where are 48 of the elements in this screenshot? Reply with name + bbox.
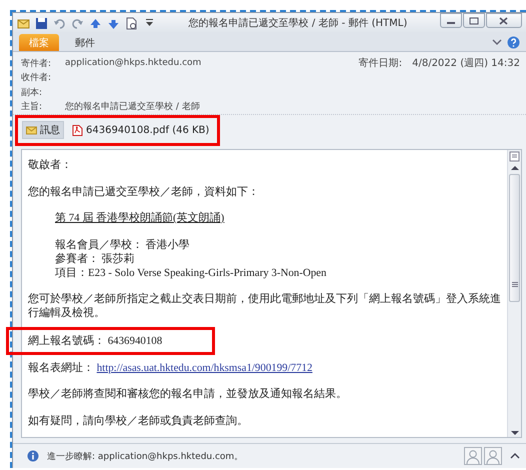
ribbon-tab[interactable]: 郵件 xyxy=(63,34,107,51)
close-button[interactable] xyxy=(486,13,522,28)
restore-button[interactable] xyxy=(463,13,485,28)
document-search-icon[interactable] xyxy=(125,16,138,30)
save-icon[interactable] xyxy=(35,16,48,30)
detail-line: 項目：E23 - Solo Verse Speaking-Girls-Primary 3-Non-Open xyxy=(55,266,328,280)
event-title: 第 74 屆 香港學校朗誦節(英文朗誦) xyxy=(55,211,226,225)
undo-icon[interactable] xyxy=(53,16,66,30)
link-label: 報名表網址： xyxy=(28,362,94,374)
field-label: 寄件日期: xyxy=(358,56,402,70)
up-arrow-icon[interactable] xyxy=(89,16,102,30)
scroll-up-icon[interactable] xyxy=(510,164,520,172)
envelope-icon xyxy=(26,124,37,136)
grip-icon xyxy=(512,282,518,287)
field-value: application@hkps.hktedu.com xyxy=(65,58,202,68)
field-label: 副本: xyxy=(21,86,44,99)
field-label: 收件者: xyxy=(21,72,52,84)
field-value: 4/8/2022 (週四) 14:32 xyxy=(412,57,520,70)
paragraph: 您的報名申請已遞交至學校／老師，資料如下： xyxy=(28,184,260,198)
help-icon[interactable] xyxy=(507,36,520,49)
close-icon xyxy=(499,16,509,24)
detail-line: 報名會員／學校： 香港小學 xyxy=(55,238,191,252)
status-text: 進一步瞭解: application@hkps.hktedu.com。 xyxy=(47,450,244,462)
paragraph: 如有疑問，請向學校／老師或負責老師查詢。 xyxy=(28,414,249,428)
paragraph: 學校／老師將查閱和審核您的報名申請，並發放及通知報名結果。 xyxy=(28,387,348,401)
page-icon[interactable] xyxy=(509,151,520,162)
pdf-file-icon xyxy=(72,124,83,136)
contact-icon[interactable] xyxy=(484,447,502,465)
message-button[interactable]: 訊息 xyxy=(22,121,64,139)
envelope-icon[interactable] xyxy=(17,16,30,30)
info-icon xyxy=(27,450,39,462)
paragraph: 您可於學校／老師所指定之截止交表日期前，使用此電郵地址及下列「網上報名號碼」登入系統進行編輯及檢視。 xyxy=(28,292,502,320)
paragraph: 網上報名號碼： 6436940108 xyxy=(28,334,162,348)
redo-icon[interactable] xyxy=(71,16,84,30)
contact-icon[interactable] xyxy=(464,447,482,465)
restore-icon xyxy=(469,16,479,24)
field-value: 您的報名申請已遞交至學校 / 老師 xyxy=(65,100,201,114)
scroll-thumb[interactable] xyxy=(509,174,520,302)
field-label: 主旨: xyxy=(21,100,44,114)
scroll-down-icon[interactable] xyxy=(510,429,520,437)
field-label: 寄件者: xyxy=(21,58,52,70)
attachment-file[interactable]: 6436940108.pdf (46 KB) xyxy=(68,122,214,138)
paragraph: 敬啟者： xyxy=(28,158,73,172)
expand-icon[interactable] xyxy=(510,452,520,460)
window-title: 您的報名申請已遞交至學校 / 老師 - 郵件 (HTML) xyxy=(188,16,408,30)
detail-line: 參賽者： 張莎莉 xyxy=(55,252,136,266)
minimize-button[interactable] xyxy=(440,13,462,28)
form-link[interactable]: http://asas.uat.hktedu.com/hksmsa1/900199/7712 xyxy=(96,362,312,374)
